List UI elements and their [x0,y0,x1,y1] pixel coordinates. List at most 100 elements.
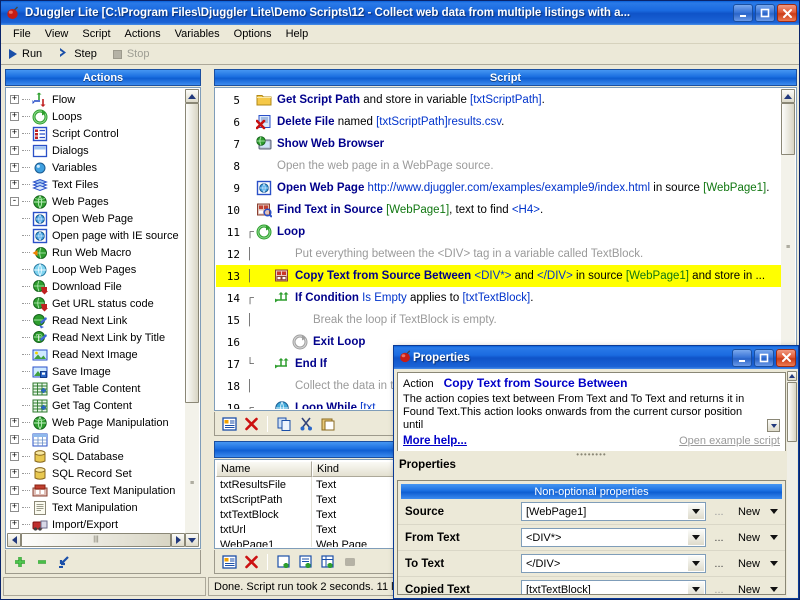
property-new-dropdown-icon[interactable] [766,587,782,592]
property-value-combobox[interactable]: [txtTextBlock] [521,580,706,595]
tree-item-get-tag-content[interactable]: Get Tag Content [7,397,185,414]
menu-item-view[interactable]: View [38,26,76,42]
tree-item-get-url-status-code[interactable]: Get URL status code [7,295,185,312]
properties-dialog-scrollbar[interactable] [787,371,797,597]
description-scroll-down-icon[interactable] [767,419,780,432]
run-button[interactable]: Run [9,48,42,60]
tree-expander[interactable]: + [10,503,19,512]
script-properties-button[interactable] [219,414,239,433]
script-line-7[interactable]: 7Show Web Browser [216,133,781,155]
tree-item-open-page-with-ie-source[interactable]: Open page with IE source [7,227,185,244]
chevron-down-icon[interactable] [688,530,704,545]
script-line-11[interactable]: 11┌Loop [216,221,781,243]
tree-expander[interactable]: + [10,418,19,427]
column-header-name[interactable]: Name [216,461,312,477]
tree-item-sql-record-set[interactable]: +SQL Record Set [7,465,185,482]
script-line-6[interactable]: 6Delete File named [txtScriptPath]result… [216,111,781,133]
tree-item-save-image[interactable]: Save Image [7,363,185,380]
actions-vertical-scrollbar[interactable]: ≡ [185,89,199,547]
tree-expander[interactable]: + [10,95,19,104]
new-grid-variable-button[interactable] [318,552,338,571]
script-line-14[interactable]: 14┌If Condition Is Empty applies to [txt… [216,287,781,309]
tree-expander[interactable]: + [10,112,19,121]
menu-item-options[interactable]: Options [227,26,279,42]
properties-maximize-button[interactable] [754,349,774,367]
chevron-down-icon[interactable] [688,556,704,571]
property-value-combobox[interactable]: <DIV*> [521,528,706,547]
script-cut-button[interactable] [296,414,316,433]
script-delete-button[interactable] [241,414,261,433]
new-text-variable-button[interactable] [274,552,294,571]
open-example-script-link[interactable]: Open example script [679,435,780,447]
add-action-button[interactable] [10,552,30,571]
script-line-13[interactable]: 13│Copy Text from Source Between <DIV*> … [216,265,781,287]
chevron-down-icon[interactable] [688,582,704,595]
dialog-splitter[interactable]: •••••••• [397,451,786,458]
property-browse-button[interactable]: ... [706,558,732,570]
tree-expander[interactable]: + [10,452,19,461]
new-other-variable-button[interactable] [340,552,360,571]
tree-expander[interactable]: + [10,180,19,189]
variable-properties-button[interactable] [219,552,239,571]
tree-expander[interactable]: + [10,469,19,478]
tree-item-download-file[interactable]: Download File [7,278,185,295]
remove-action-button[interactable] [32,552,52,571]
hscroll-thumb[interactable]: ||| [21,533,171,547]
script-line-12[interactable]: 12│Put everything between the <DIV> tag … [216,243,781,265]
scroll-thumb[interactable] [185,103,199,403]
scroll-left-button[interactable] [7,533,21,547]
tree-item-dialogs[interactable]: +Dialogs [7,142,185,159]
property-new-dropdown-icon[interactable] [766,561,782,566]
properties-close-button[interactable] [776,349,796,367]
variable-delete-button[interactable] [241,552,261,571]
tree-expander[interactable]: + [10,486,19,495]
tree-item-web-page-manipulation[interactable]: +Web Page Manipulation [7,414,185,431]
dialog-scroll-up-button[interactable] [787,371,797,381]
tree-item-flow[interactable]: +Flow [7,91,185,108]
menu-item-variables[interactable]: Variables [168,26,227,42]
scroll-down-button[interactable] [185,533,199,547]
tree-item-web-pages[interactable]: -Web Pages [7,193,185,210]
close-button[interactable] [777,4,797,22]
property-value-combobox[interactable]: </DIV> [521,554,706,573]
scroll-right-button[interactable] [171,533,185,547]
tree-item-variables[interactable]: +Variables [7,159,185,176]
tree-item-open-web-page[interactable]: Open Web Page [7,210,185,227]
script-line-9[interactable]: 9Open Web Page http://www.djuggler.com/e… [216,177,781,199]
more-help-link[interactable]: More help... [403,435,467,447]
minimize-button[interactable] [733,4,753,22]
tree-item-source-text-manipulation[interactable]: +Source Text Manipulation [7,482,185,499]
tree-item-sql-database[interactable]: +SQL Database [7,448,185,465]
insert-action-button[interactable] [54,552,74,571]
property-new-button[interactable]: New [732,558,766,570]
tree-item-text-manipulation[interactable]: +Text Manipulation [7,499,185,516]
actions-horizontal-scrollbar[interactable]: ||| [7,533,185,547]
tree-item-read-next-link[interactable]: Read Next Link [7,312,185,329]
script-paste-button[interactable] [318,414,338,433]
tree-expander[interactable]: + [10,129,19,138]
property-new-dropdown-icon[interactable] [766,535,782,540]
chevron-down-icon[interactable] [688,504,704,519]
script-scroll-up-button[interactable] [781,89,795,103]
tree-expander[interactable]: - [10,197,19,206]
script-copy-button[interactable] [274,414,294,433]
property-value-combobox[interactable]: [WebPage1] [521,502,706,521]
property-browse-button[interactable]: ... [706,506,732,518]
property-browse-button[interactable]: ... [706,532,732,544]
script-line-10[interactable]: 10Find Text in Source [WebPage1], text t… [216,199,781,221]
tree-item-read-next-link-by-title[interactable]: TRead Next Link by Title [7,329,185,346]
script-line-15[interactable]: 15│Break the loop if TextBlock is empty. [216,309,781,331]
step-button[interactable]: Step [58,47,97,61]
property-browse-button[interactable]: ... [706,584,732,596]
maximize-button[interactable] [755,4,775,22]
property-new-dropdown-icon[interactable] [766,509,782,514]
menu-item-help[interactable]: Help [279,26,316,42]
tree-item-run-web-macro[interactable]: Run Web Macro [7,244,185,261]
script-scroll-thumb[interactable] [781,103,795,155]
tree-item-data-grid[interactable]: +Data Grid [7,431,185,448]
tree-item-script-control[interactable]: +Script Control [7,125,185,142]
tree-expander[interactable]: + [10,146,19,155]
properties-minimize-button[interactable] [732,349,752,367]
property-new-button[interactable]: New [732,506,766,518]
menu-item-script[interactable]: Script [75,26,117,42]
